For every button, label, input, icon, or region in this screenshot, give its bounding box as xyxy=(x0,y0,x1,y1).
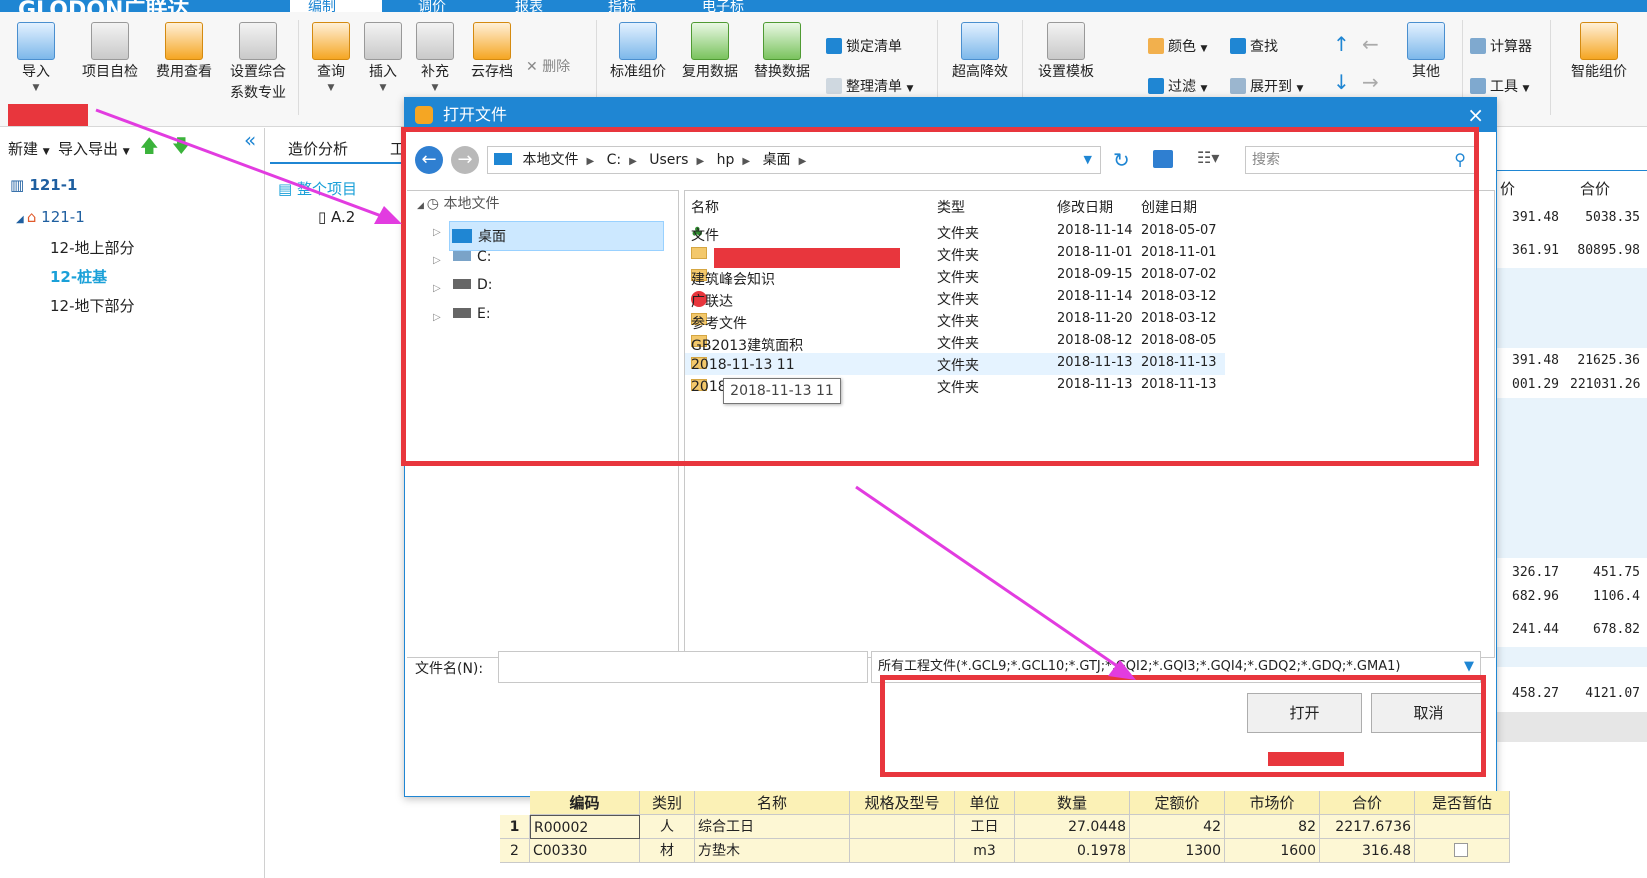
table-cell[interactable]: 0.1978 xyxy=(1015,839,1130,863)
row-number: 2 xyxy=(500,839,530,863)
column-header[interactable]: 单位 xyxy=(955,791,1015,815)
column-header[interactable]: 编码 xyxy=(530,791,640,815)
table-cell[interactable]: 42 xyxy=(1130,815,1225,839)
estimate-checkbox[interactable] xyxy=(1454,843,1468,857)
column-header[interactable]: 定额价 xyxy=(1130,791,1225,815)
row-number: 1 xyxy=(500,815,530,839)
table-cell[interactable] xyxy=(1415,815,1510,839)
table-cell[interactable]: 27.0448 xyxy=(1015,815,1130,839)
column-header[interactable]: 市场价 xyxy=(1225,791,1320,815)
table-cell[interactable]: R00002 xyxy=(530,815,640,839)
table-cell[interactable]: 材 xyxy=(640,839,695,863)
table-cell[interactable]: 2217.6736 xyxy=(1320,815,1415,839)
column-header[interactable]: 规格及型号 xyxy=(850,791,955,815)
material-table: 编码 类别 名称 规格及型号 单位 数量 定额价 市场价 合价 是否暂估 1 R… xyxy=(500,791,1510,878)
table-cell[interactable] xyxy=(850,815,955,839)
column-header[interactable]: 数量 xyxy=(1015,791,1130,815)
annotation-arrows xyxy=(95,108,1136,680)
column-header[interactable]: 是否暂估 xyxy=(1415,791,1510,815)
column-header[interactable]: 名称 xyxy=(695,791,850,815)
table-cell[interactable] xyxy=(1415,839,1510,863)
table-cell[interactable]: 316.48 xyxy=(1320,839,1415,863)
table-cell[interactable]: 人 xyxy=(640,815,695,839)
column-header[interactable]: 类别 xyxy=(640,791,695,815)
table-cell[interactable]: 1300 xyxy=(1130,839,1225,863)
table-cell[interactable]: 工日 xyxy=(955,815,1015,839)
column-header[interactable]: 合价 xyxy=(1320,791,1415,815)
table-cell[interactable]: 方垫木 xyxy=(695,839,850,863)
table-cell[interactable]: 综合工日 xyxy=(695,815,850,839)
table-cell[interactable]: 82 xyxy=(1225,815,1320,839)
table-cell[interactable]: 1600 xyxy=(1225,839,1320,863)
table-cell[interactable]: C00330 xyxy=(530,839,640,863)
table-cell[interactable] xyxy=(850,839,955,863)
table-cell[interactable]: m3 xyxy=(955,839,1015,863)
